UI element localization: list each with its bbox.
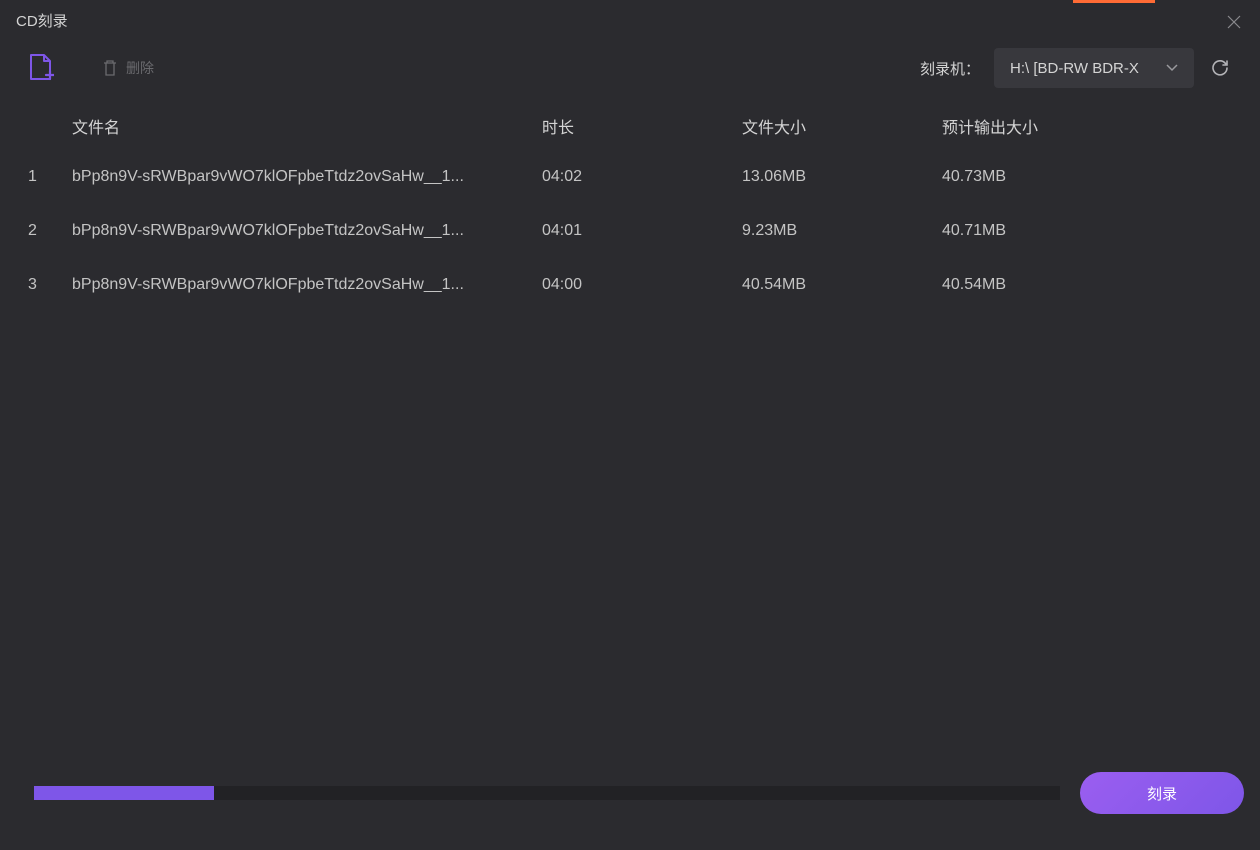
- burn-label: 刻录: [1147, 783, 1177, 804]
- cell-index: 1: [28, 168, 72, 186]
- burner-select[interactable]: H:\ [BD-RW BDR-X: [994, 48, 1194, 88]
- cell-size: 9.23MB: [742, 222, 942, 240]
- delete-label: 删除: [126, 58, 154, 78]
- table-row[interactable]: 2 bPp8n9V-sRWBpar9vWO7klOFpbeTtdz2ovSaHw…: [28, 204, 1232, 258]
- table-header: 文件名 时长 文件大小 预计输出大小: [0, 102, 1260, 150]
- toolbar-left: 删除: [28, 53, 896, 83]
- burner-label: 刻录机：: [920, 58, 980, 79]
- cell-size: 40.54MB: [742, 276, 942, 294]
- toolbar-right: 刻录机： H:\ [BD-RW BDR-X: [920, 48, 1232, 88]
- cell-name: bPp8n9V-sRWBpar9vWO7klOFpbeTtdz2ovSaHw__…: [72, 222, 542, 240]
- col-size-header: 文件大小: [742, 114, 942, 138]
- cell-duration: 04:00: [542, 276, 742, 294]
- progress-bar: [34, 786, 1060, 800]
- table-row[interactable]: 1 bPp8n9V-sRWBpar9vWO7klOFpbeTtdz2ovSaHw…: [28, 150, 1232, 204]
- col-output-header: 预计输出大小: [942, 114, 1232, 138]
- burn-button[interactable]: 刻录: [1080, 772, 1244, 814]
- cell-duration: 04:01: [542, 222, 742, 240]
- add-file-icon: [28, 53, 54, 83]
- cell-output: 40.71MB: [942, 222, 1232, 240]
- titlebar-accent-strip: [1073, 0, 1155, 3]
- cell-output: 40.54MB: [942, 276, 1232, 294]
- trash-icon: [102, 59, 118, 77]
- close-icon: [1227, 15, 1241, 29]
- add-file-button[interactable]: [28, 53, 54, 83]
- chevron-down-icon: [1166, 64, 1178, 72]
- close-button[interactable]: [1224, 12, 1244, 32]
- col-duration-header: 时长: [542, 114, 742, 138]
- cell-output: 40.73MB: [942, 168, 1232, 186]
- footer: 刻录: [34, 772, 1244, 814]
- table-body: 1 bPp8n9V-sRWBpar9vWO7klOFpbeTtdz2ovSaHw…: [0, 150, 1260, 312]
- progress-fill: [34, 786, 214, 800]
- delete-button[interactable]: 删除: [102, 58, 154, 78]
- burner-select-value: H:\ [BD-RW BDR-X: [1010, 60, 1139, 77]
- col-name-header: 文件名: [72, 114, 542, 138]
- window-title: CD刻录: [16, 10, 68, 31]
- cell-index: 3: [28, 276, 72, 294]
- refresh-button[interactable]: [1208, 56, 1232, 80]
- toolbar: 删除 刻录机： H:\ [BD-RW BDR-X: [0, 40, 1260, 96]
- titlebar: CD刻录: [0, 0, 1260, 40]
- cell-name: bPp8n9V-sRWBpar9vWO7klOFpbeTtdz2ovSaHw__…: [72, 276, 542, 294]
- cell-name: bPp8n9V-sRWBpar9vWO7klOFpbeTtdz2ovSaHw__…: [72, 168, 542, 186]
- cell-index: 2: [28, 222, 72, 240]
- table-row[interactable]: 3 bPp8n9V-sRWBpar9vWO7klOFpbeTtdz2ovSaHw…: [28, 258, 1232, 312]
- cell-size: 13.06MB: [742, 168, 942, 186]
- refresh-icon: [1210, 58, 1230, 78]
- cell-duration: 04:02: [542, 168, 742, 186]
